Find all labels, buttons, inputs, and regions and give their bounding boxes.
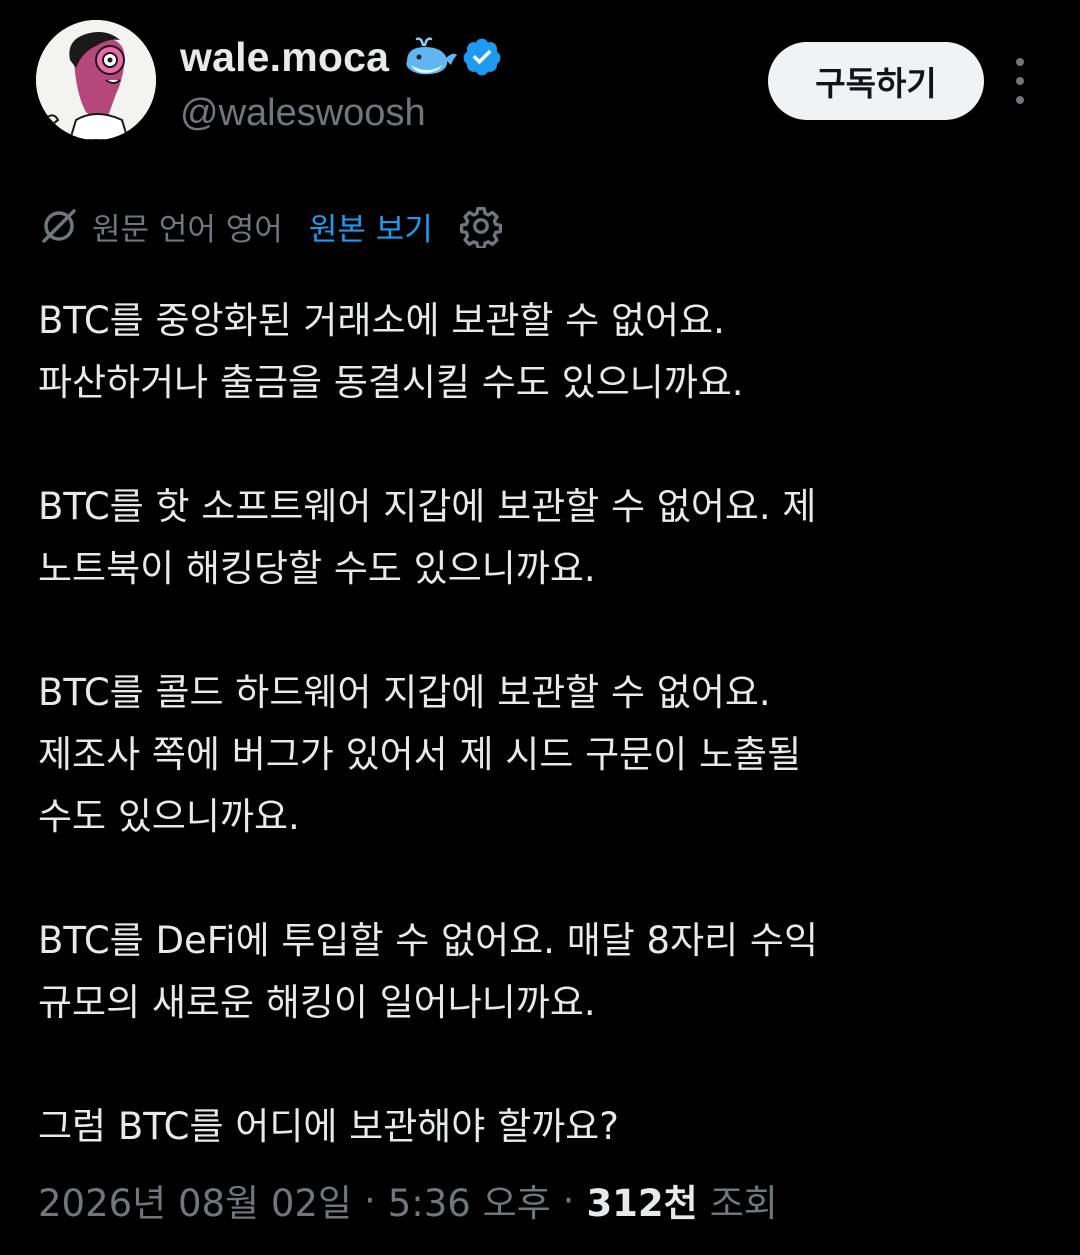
tweet-line: 노트북이 해킹당할 수도 있으니까요.	[38, 547, 596, 590]
whale-emoji-icon	[406, 37, 458, 75]
gear-icon[interactable]	[459, 204, 503, 248]
tweet-paragraph: BTC를 핫 소프트웨어 지갑에 보관할 수 없어요. 제 노트북이 해킹당할 …	[38, 476, 1048, 600]
no-translate-icon	[42, 209, 76, 243]
show-original-link[interactable]: 원본 보기	[309, 204, 433, 249]
tweet-line: 수도 있으니까요.	[38, 795, 300, 838]
tweet-header: wale.moca @waleswoosh 구독하기	[0, 0, 1080, 170]
tweet-meta: 2026년 08월 02일 · 5:36 오후 · 312천 조회	[38, 1170, 778, 1230]
tweet-time[interactable]: 5:36 오후	[388, 1173, 551, 1227]
tweet-date[interactable]: 2026년 08월 02일	[38, 1173, 352, 1227]
tweet-line: 그럼 BTC를 어디에 보관해야 할까요?	[38, 1105, 619, 1148]
verified-badge-icon[interactable]	[461, 36, 503, 78]
avatar[interactable]	[36, 20, 156, 140]
translation-source-label: 원문 언어 영어	[92, 211, 283, 248]
tweet-line: BTC를 핫 소프트웨어 지갑에 보관할 수 없어요. 제	[38, 485, 817, 528]
tweet-line: BTC를 중앙화된 거래소에 보관할 수 없어요.	[38, 299, 725, 342]
display-name-row: wale.moca	[180, 30, 503, 84]
translation-bar: 원문 언어 영어 원본 보기	[38, 200, 503, 252]
more-dot	[1016, 96, 1024, 104]
tweet-line: 규모의 새로운 해킹이 일어나니까요.	[38, 981, 596, 1024]
views-count: 312천	[586, 1182, 698, 1225]
views-label: 조회	[709, 1182, 778, 1225]
display-name[interactable]: wale.moca	[180, 34, 389, 81]
tweet-paragraph: 그럼 BTC를 어디에 보관해야 할까요?	[38, 1096, 1048, 1158]
more-vertical-icon[interactable]	[1002, 58, 1038, 104]
more-dot	[1016, 77, 1024, 85]
tweet-text: BTC를 중앙화된 거래소에 보관할 수 없어요. 파산하거나 출금을 동결시킬…	[38, 290, 1048, 1158]
tweet-paragraph: BTC를 중앙화된 거래소에 보관할 수 없어요. 파산하거나 출금을 동결시킬…	[38, 290, 1048, 414]
tweet-paragraph: BTC를 콜드 하드웨어 지갑에 보관할 수 없어요. 제조사 쪽에 버그가 있…	[38, 662, 1048, 848]
subscribe-button[interactable]: 구독하기	[768, 42, 984, 120]
tweet-line: 제조사 쪽에 버그가 있어서 제 시드 구문이 노출될	[38, 733, 802, 776]
meta-separator: ·	[562, 1178, 575, 1222]
tweet-line: BTC를 콜드 하드웨어 지갑에 보관할 수 없어요.	[38, 671, 771, 714]
author-handle[interactable]: @waleswoosh	[180, 92, 426, 135]
tweet-paragraph: BTC를 DeFi에 투입할 수 없어요. 매달 8자리 수익 규모의 새로운 …	[38, 910, 1048, 1034]
more-dot	[1016, 58, 1024, 66]
meta-separator: ·	[363, 1178, 376, 1222]
tweet-line: BTC를 DeFi에 투입할 수 없어요. 매달 8자리 수익	[38, 919, 819, 962]
avatar-illustration	[36, 20, 156, 140]
tweet-line: 파산하거나 출금을 동결시킬 수도 있으니까요.	[38, 361, 744, 404]
